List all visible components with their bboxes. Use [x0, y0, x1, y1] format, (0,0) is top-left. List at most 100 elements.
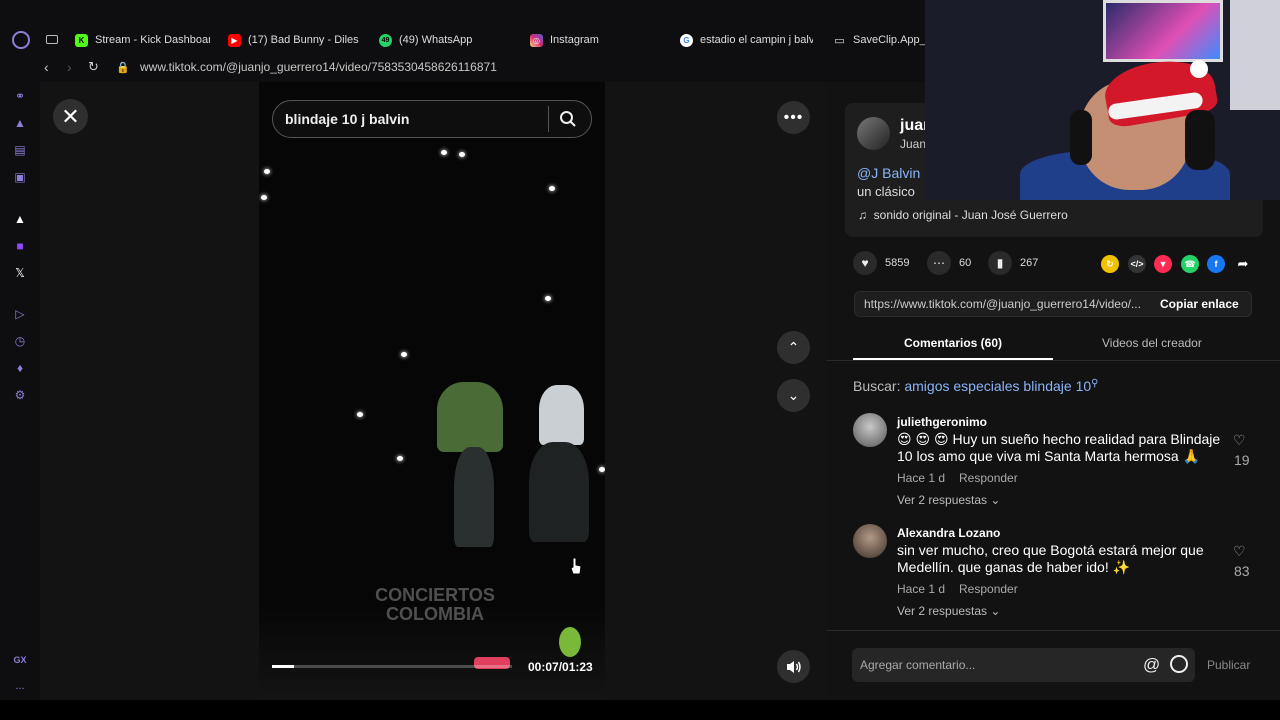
gx-corner-icon[interactable]: ▲ — [12, 115, 28, 131]
like-button[interactable]: ♥ 5859 — [853, 251, 909, 275]
whatsapp-share-icon[interactable]: ☎ — [1181, 255, 1199, 273]
chevron-up-icon: ⌃ — [787, 339, 800, 355]
gx-mods-icon[interactable]: ▣ — [12, 169, 28, 185]
reply-button[interactable]: Responder — [959, 582, 1018, 596]
chevron-down-icon: ⌄ — [990, 493, 1001, 507]
lock-icon: 🔒 — [116, 62, 130, 74]
tab-label: SaveClip.App_6 — [853, 34, 925, 46]
youtube-favicon-icon: ▶ — [228, 33, 241, 47]
url-field[interactable]: www.tiktok.com/@juanjo_guerrero14/video/… — [140, 60, 497, 74]
comment-like-count: 83 — [1234, 563, 1250, 579]
comment-like-heart-icon[interactable]: ♡ — [1233, 543, 1246, 560]
share-arrow-icon[interactable]: ➦ — [1234, 255, 1252, 273]
comment-username[interactable]: Alexandra Lozano — [897, 526, 1000, 540]
close-video-button[interactable]: ✕ — [53, 99, 88, 134]
facebook-share-icon[interactable]: f — [1207, 255, 1225, 273]
watermark-line: COLOMBIA — [386, 604, 484, 624]
extensions-icon[interactable]: ♦ — [12, 360, 28, 376]
view-replies-button[interactable]: Ver 2 respuestas ⌄ — [897, 493, 1000, 507]
twitch-icon[interactable]: ■ — [12, 238, 28, 254]
comment-age: Hace 1 d — [897, 582, 946, 596]
post-description: un clásico — [857, 184, 915, 199]
avatar[interactable] — [853, 524, 887, 558]
music-title: sonido original - Juan José Guerrero — [873, 208, 1068, 222]
comment-like-count: 19 — [1234, 452, 1250, 468]
composer-divider — [827, 630, 1280, 631]
video-link-text: https://www.tiktok.com/@juanjo_guerrero1… — [864, 297, 1141, 311]
kick-favicon-icon: K — [75, 33, 88, 47]
author-display-name: Juan — [900, 137, 927, 151]
tab-overview-icon[interactable] — [46, 35, 58, 44]
music-note-icon: ♫ — [858, 208, 874, 222]
comment-text: sin ver mucho, creo que Bogotá estará me… — [897, 542, 1204, 575]
search-divider — [548, 106, 549, 132]
comment-text: 😍 😍 😍 Huy un sueño hecho realidad para B… — [897, 431, 1221, 464]
avatar[interactable] — [853, 413, 887, 447]
tab-label: Instagram — [550, 34, 599, 46]
tab-kick-dashboard[interactable]: K Stream - Kick Dashboard — [75, 31, 210, 49]
watermark-line: CONCIERTOS — [375, 585, 495, 605]
x-twitter-icon[interactable]: 𝕏 — [12, 265, 28, 281]
bookmark-icon: ▮ — [988, 251, 1012, 275]
save-count: 267 — [1020, 257, 1039, 269]
search-suggestion[interactable]: Buscar: amigos especiales blindaje 10⚲ — [853, 378, 1098, 394]
tab-youtube[interactable]: ▶ (17) Bad Bunny - Diles Camp — [228, 31, 362, 49]
tab-comments[interactable]: Comentarios (60) — [904, 336, 1002, 350]
search-icon[interactable] — [559, 110, 577, 128]
search-input-value: blindaje 10 j balvin — [285, 111, 410, 127]
copy-link-button[interactable]: Copiar enlace — [1160, 297, 1239, 311]
history-icon[interactable]: ◷ — [12, 333, 28, 349]
progress-bar[interactable] — [272, 665, 512, 668]
emoji-icon[interactable] — [1170, 655, 1188, 673]
player-icon[interactable]: ▷ — [12, 306, 28, 322]
sidebar-more-icon[interactable]: ... — [12, 678, 28, 694]
video-time: 00:07/01:23 — [528, 660, 593, 674]
volume-button[interactable] — [777, 650, 810, 683]
save-button[interactable]: ▮ 267 — [988, 251, 1039, 275]
comment-button[interactable]: ⋯ 60 — [927, 251, 971, 275]
mention-at-icon[interactable]: @ — [1143, 655, 1160, 675]
tab-creator-videos[interactable]: Videos del creador — [1102, 336, 1202, 350]
previous-video-button[interactable]: ⌃ — [777, 331, 810, 364]
reload-icon[interactable]: ↻ — [88, 59, 99, 75]
heart-icon: ♥ — [853, 251, 877, 275]
tab-google-search[interactable]: G estadio el campin j balvin — [680, 31, 813, 49]
opera-gx-logo-icon[interactable] — [12, 31, 30, 49]
search-suggestion-query: amigos especiales blindaje 10 — [904, 378, 1092, 394]
comment-placeholder: Agregar comentario... — [860, 658, 976, 672]
mention-link[interactable]: @J Balvin — [857, 165, 920, 181]
gx-label: GX — [13, 655, 27, 665]
whatsapp-favicon-icon: 49 — [379, 33, 392, 47]
comment-like-heart-icon[interactable]: ♡ — [1233, 432, 1246, 449]
search-suggestion-prefix: Buscar: — [853, 378, 901, 394]
progress-bar-fill — [272, 665, 294, 668]
gx-control-icon[interactable]: ⚭ — [12, 88, 28, 104]
forward-arrow-icon[interactable]: › — [67, 59, 72, 75]
publish-button[interactable]: Publicar — [1207, 658, 1250, 672]
instagram-favicon-icon: ◎ — [530, 33, 543, 47]
close-icon: ✕ — [61, 103, 80, 129]
kick-sidebar-icon[interactable]: ▲ — [12, 211, 28, 227]
comment-username[interactable]: juliethgeronimo — [897, 415, 987, 429]
view-replies-label: Ver 2 respuestas — [897, 493, 988, 507]
music-info[interactable]: ♫ sonido original - Juan José Guerrero — [858, 208, 1068, 222]
gx-cleaner-icon[interactable]: ▤ — [12, 142, 28, 158]
repost-icon[interactable]: ↻ — [1101, 255, 1119, 273]
embed-code-icon[interactable]: </> — [1128, 255, 1146, 273]
next-video-button[interactable]: ⌄ — [777, 379, 810, 412]
mouse-cursor-icon — [570, 557, 582, 575]
speaker-icon — [786, 660, 801, 673]
tab-instagram[interactable]: ◎ Instagram — [530, 31, 660, 49]
view-replies-label: Ver 2 respuestas — [897, 604, 988, 618]
browser-sidebar: ⚭ ▲ ▤ ▣ ▲ ■ 𝕏 ▷ ◷ ♦ ⚙ GX ... — [0, 82, 40, 700]
settings-gear-icon[interactable]: ⚙ — [12, 387, 28, 403]
back-arrow-icon[interactable]: ‹ — [44, 59, 49, 75]
webcam-overlay — [925, 0, 1280, 200]
tab-whatsapp[interactable]: 49 (49) WhatsApp — [379, 31, 509, 49]
more-options-button[interactable]: ••• — [777, 101, 810, 134]
reply-button[interactable]: Responder — [959, 471, 1018, 485]
send-to-friends-icon[interactable]: ▼ — [1154, 255, 1172, 273]
author-avatar[interactable] — [857, 117, 890, 150]
view-replies-button[interactable]: Ver 2 respuestas ⌄ — [897, 604, 1000, 618]
tab-saveclip[interactable]: ▭ SaveClip.App_6 — [833, 31, 925, 49]
